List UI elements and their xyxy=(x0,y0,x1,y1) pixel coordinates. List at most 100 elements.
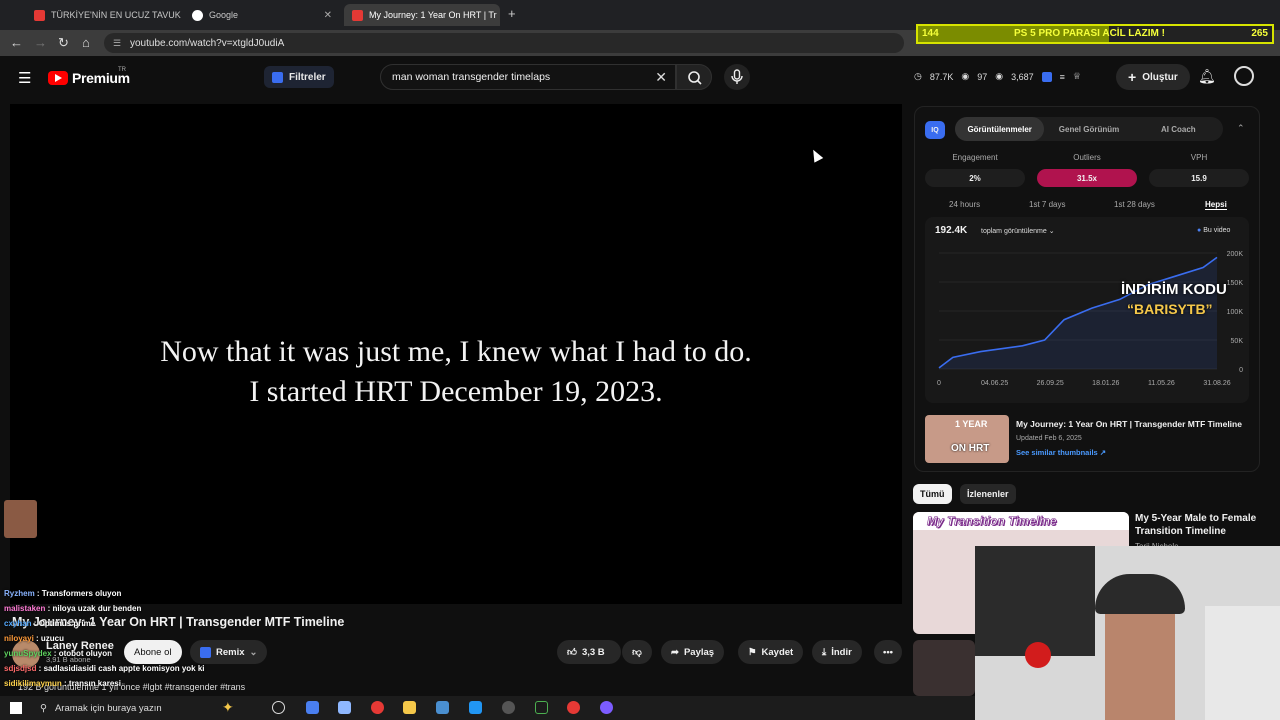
video-summary-card[interactable]: 1 YEAR ON HRT My Journey: 1 Year On HRT … xyxy=(925,415,1249,463)
url-text: youtube.com/watch?v=xtgldJ0udiA xyxy=(130,37,285,49)
share-button[interactable]: ➦ Paylaş xyxy=(661,640,725,664)
chat-username: cxyhan xyxy=(4,619,32,628)
list-icon[interactable]: ≡ xyxy=(1060,72,1065,82)
remix-button[interactable]: Remix ⌄ xyxy=(190,640,268,664)
reload-icon[interactable]: ↻ xyxy=(58,35,69,51)
youtube-favicon-icon xyxy=(34,9,45,21)
chat-message: niloyayi : uzucu xyxy=(4,634,64,643)
voice-search-button[interactable] xyxy=(724,64,750,90)
x-tick-label: 11.05.26 xyxy=(1148,380,1175,387)
windows-start-icon[interactable] xyxy=(10,702,22,714)
remix-label: Remix xyxy=(216,646,245,658)
recommendation-title[interactable]: My 5-Year Male to Female Transition Time… xyxy=(1135,512,1265,538)
browser-tab-active[interactable]: My Journey: 1 Year On HRT | Tr ✕ xyxy=(344,4,500,26)
summary-title: My Journey: 1 Year On HRT | Transgender … xyxy=(1016,419,1242,429)
tab-overview[interactable]: Genel Görünüm xyxy=(1044,117,1133,141)
recommendation-thumbnail[interactable] xyxy=(913,640,975,696)
chat-message: Ryzhem : Transformers oluyon xyxy=(4,589,121,598)
chrome-icon[interactable] xyxy=(567,701,580,714)
chat-username: niloyayi xyxy=(4,634,34,643)
windows-taskbar: ⚲ Aramak için buraya yazın ✦ xyxy=(0,696,975,720)
chat-text: : sadlasidiasidi cash appte komisyon yok… xyxy=(36,664,205,673)
metric-engagement: 2% xyxy=(925,169,1025,187)
vidiq-icon[interactable] xyxy=(1041,71,1052,82)
create-label: Oluştur xyxy=(1142,71,1178,83)
menu-icon[interactable]: ☰ xyxy=(18,69,31,87)
chip-watched[interactable]: İzlenenler xyxy=(960,484,1016,504)
webcam-red-toy xyxy=(1025,642,1051,668)
views-chart: 192.4K toplam görüntülenme ⌄ ● Bu video … xyxy=(925,217,1249,403)
download-button[interactable]: ⤓ İndir xyxy=(812,640,862,664)
x-tick-label: 04.06.25 xyxy=(981,380,1008,387)
period-7d[interactable]: 1st 7 days xyxy=(1029,200,1065,209)
home-icon[interactable]: ⌂ xyxy=(82,35,90,50)
filters-button[interactable]: Filtreler xyxy=(264,66,334,88)
period-28d[interactable]: 1st 28 days xyxy=(1114,200,1155,209)
views-icon: ◷ xyxy=(914,71,922,81)
clear-search-icon[interactable]: ✕ xyxy=(655,69,667,86)
obs-icon[interactable] xyxy=(502,701,515,714)
streamer-emote-avatar xyxy=(4,500,37,538)
vidiq-logo-icon: IQ xyxy=(925,121,945,139)
eye-icon: ◉ xyxy=(961,71,970,81)
chat-username: Ryzhem xyxy=(4,589,35,598)
trophy-icon[interactable]: ♕ xyxy=(1073,71,1081,82)
chip-all[interactable]: Tümü xyxy=(913,484,952,504)
y-tick-label: 200K xyxy=(1227,251,1244,258)
x-tick-label: 0 xyxy=(937,380,941,387)
more-actions-button[interactable]: ••• xyxy=(874,640,902,664)
vidiq-icon xyxy=(200,646,211,658)
app-icon[interactable] xyxy=(306,701,319,714)
subscribe-button[interactable]: Abone ol xyxy=(124,640,182,664)
collapse-chevron-icon[interactable]: ⌃ xyxy=(1237,123,1245,134)
new-tab-button[interactable]: + xyxy=(508,6,516,21)
close-tab-icon[interactable]: ✕ xyxy=(324,10,332,21)
promo-code: “BARISYTB” xyxy=(1127,301,1213,317)
youtube-logo[interactable]: Premium TR xyxy=(48,67,130,86)
chat-text: : uzucu xyxy=(33,634,65,643)
chrome-icon[interactable] xyxy=(371,701,384,714)
period-24h[interactable]: 24 hours xyxy=(949,200,980,209)
browser-tab[interactable]: TÜRKİYE'NİN EN UCUZ TAVUK Ç ✕ xyxy=(26,4,182,26)
file-explorer-icon[interactable] xyxy=(403,701,416,714)
app-icon[interactable] xyxy=(535,701,548,714)
like-button[interactable]: 👍︎ 3,3 B xyxy=(557,640,621,664)
forward-icon[interactable]: → xyxy=(34,35,47,50)
plus-icon: + xyxy=(1128,69,1137,85)
chat-text: : niloya uzak dur benden xyxy=(45,604,142,613)
search-button[interactable] xyxy=(676,64,712,90)
donation-goal: 265 xyxy=(1251,28,1268,39)
chat-message: cxyhan : Optimus prime xyxy=(4,619,95,628)
site-info-icon[interactable]: ☰ xyxy=(113,38,121,49)
tab-ai-coach[interactable]: AI Coach xyxy=(1134,117,1223,141)
chat-message: sdjsdjsd : sadlasidiasidi cash appte kom… xyxy=(4,664,205,673)
dislike-button[interactable]: 👎︎ xyxy=(622,640,652,664)
taskbar-search-placeholder: Aramak için buraya yazın xyxy=(54,702,162,714)
create-button[interactable]: + Oluştur xyxy=(1116,64,1190,90)
save-button[interactable]: ⚑ Kaydet xyxy=(738,640,804,664)
search-input[interactable]: man woman transgender timelaps ✕ xyxy=(380,64,676,90)
search-query: man woman transgender timelaps xyxy=(392,71,551,83)
tab-views[interactable]: Görüntülenmeler xyxy=(955,117,1045,141)
avatar[interactable] xyxy=(1234,66,1254,86)
download-icon: ⤓ xyxy=(822,646,827,658)
back-icon[interactable]: ← xyxy=(10,35,23,50)
chat-text: : transın karesi xyxy=(61,679,121,688)
task-view-icon[interactable] xyxy=(272,701,285,714)
eye-icon: ◉ xyxy=(995,71,1004,81)
similar-thumbnails-link[interactable]: See similar thumbnails ↗ xyxy=(1016,448,1106,457)
metric-label: Engagement xyxy=(952,153,998,162)
thumbs-up-icon: 👍︎ xyxy=(567,647,577,658)
chevron-down-icon: ⌄ xyxy=(249,646,258,658)
store-icon[interactable] xyxy=(338,701,351,714)
period-all[interactable]: Hepsi xyxy=(1205,200,1227,210)
app-icon[interactable] xyxy=(469,701,482,714)
video-player[interactable]: Now that it was just me, I knew what I h… xyxy=(10,104,902,604)
browser-tab[interactable]: Google ✕ xyxy=(184,4,340,26)
address-bar[interactable]: ☰ youtube.com/watch?v=xtgldJ0udiA xyxy=(104,33,904,53)
app-icon[interactable] xyxy=(600,701,613,714)
notifications-bell-icon[interactable]: 🔔︎ xyxy=(1198,68,1216,85)
steam-icon[interactable] xyxy=(436,701,449,714)
chat-username: yunuSpydex xyxy=(4,649,52,658)
thumbnail-text: My Transition Timeline xyxy=(927,514,1057,529)
